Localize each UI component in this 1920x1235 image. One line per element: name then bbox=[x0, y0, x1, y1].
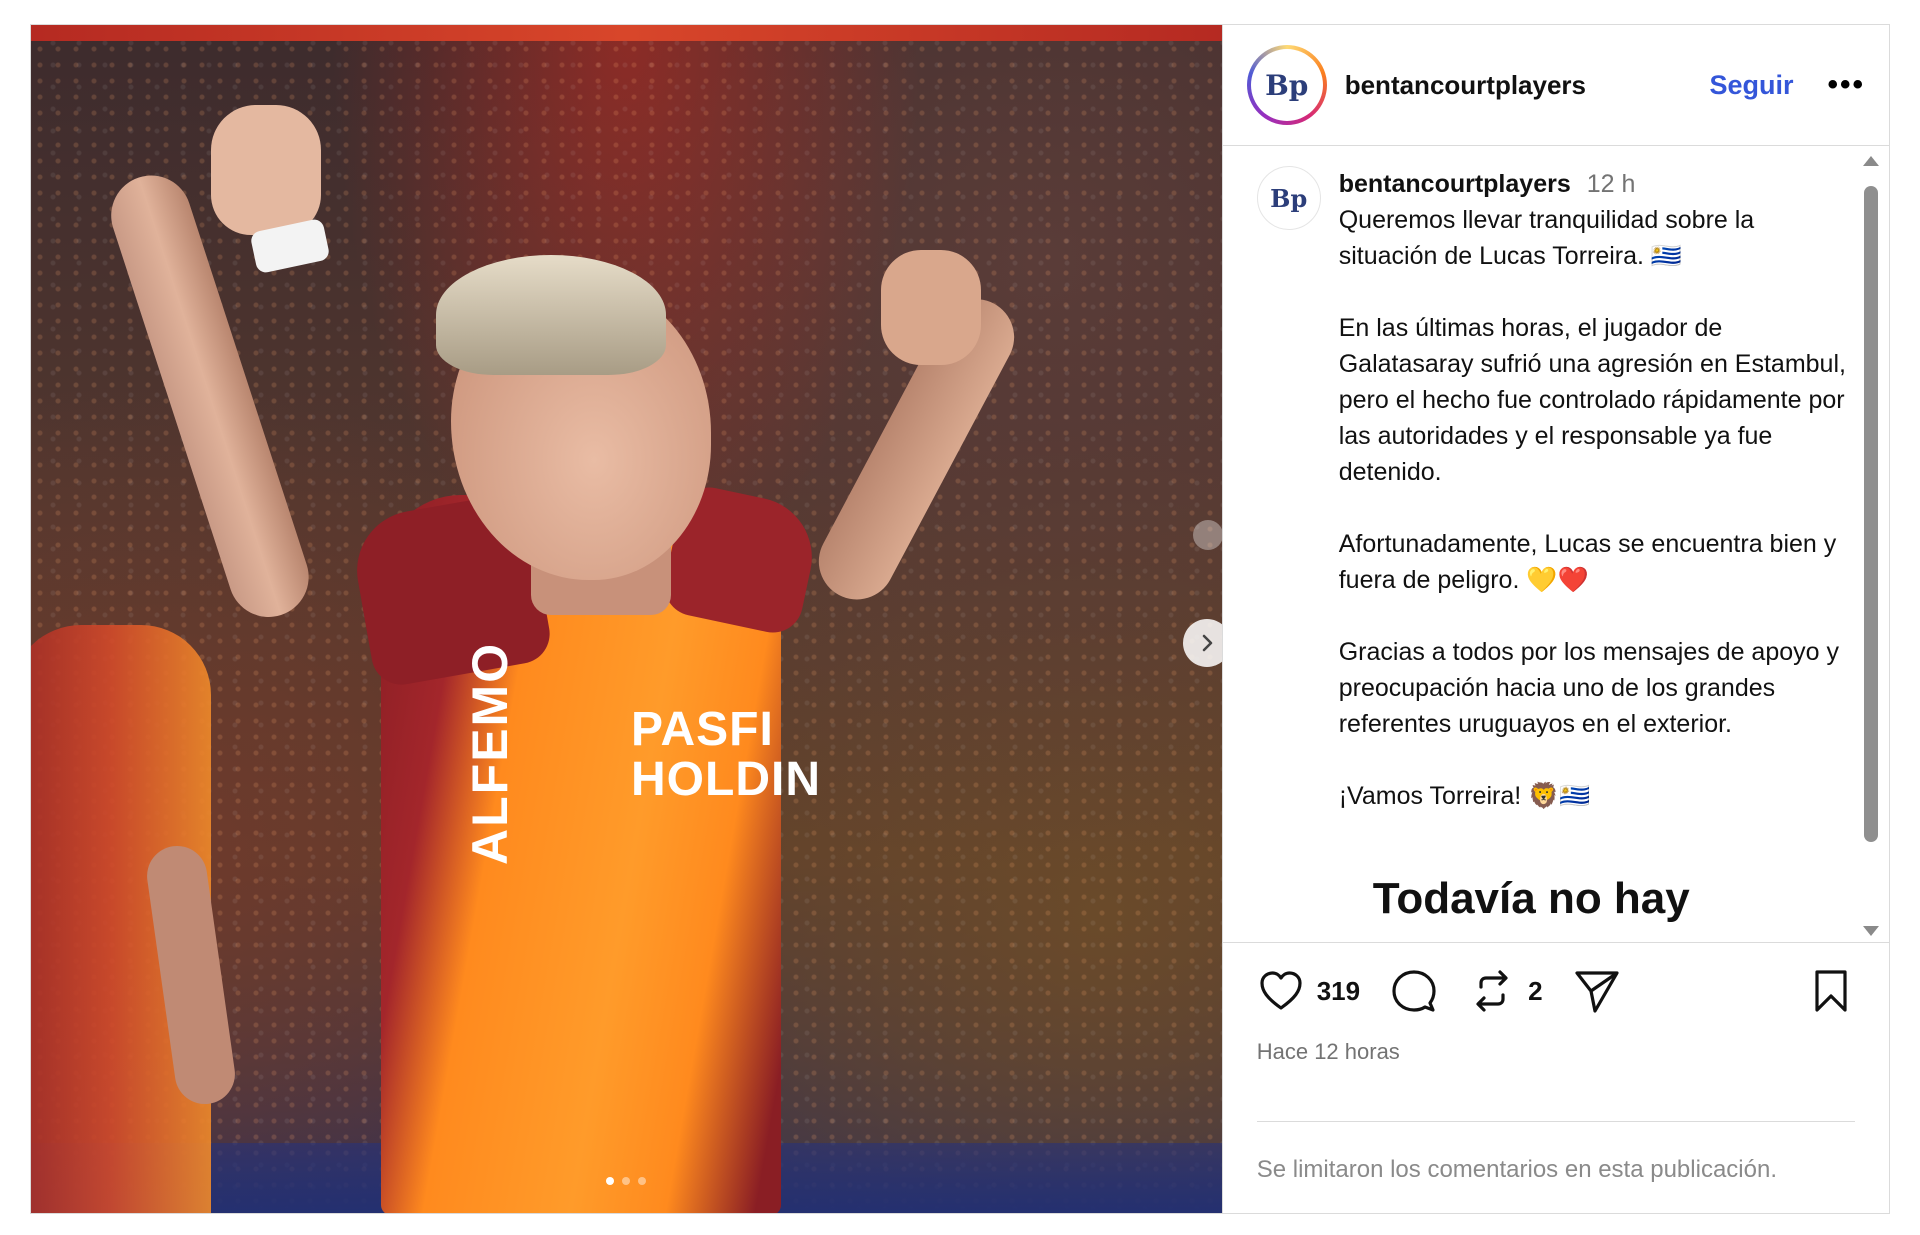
carousel-dot bbox=[606, 1177, 615, 1185]
caption-body: bentancourtplayers 12 h Queremos llevar … bbox=[1339, 166, 1849, 814]
profile-avatar-ring[interactable]: Bp bbox=[1246, 45, 1327, 125]
caption-paragraph: Afortunadamente, Lucas se encuentra bien… bbox=[1338, 530, 1844, 594]
post-header: Bp bentancourtplayers Seguir ••• bbox=[1222, 25, 1889, 146]
player-left-fist bbox=[211, 105, 321, 235]
carousel-dot bbox=[622, 1177, 631, 1185]
repost-button[interactable]: 2 bbox=[1468, 967, 1543, 1015]
post-image[interactable]: PASFI HOLDIN ALFEMO bbox=[31, 25, 1222, 1213]
comments-limited-notice: Se limitaron los comentarios en esta pub… bbox=[1256, 1156, 1777, 1183]
chevron-right-icon bbox=[1202, 634, 1213, 652]
caption-username[interactable]: bentancourtplayers bbox=[1339, 166, 1571, 202]
comment-icon bbox=[1392, 970, 1436, 1012]
player-right-fist bbox=[881, 250, 981, 365]
player-hair bbox=[436, 255, 666, 375]
caption-paragraph: Gracias a todos por los mensajes de apoy… bbox=[1338, 638, 1846, 738]
caption-scrollbar[interactable] bbox=[1861, 156, 1881, 936]
jersey-sponsor-line2: HOLDIN bbox=[631, 753, 821, 806]
more-options-icon[interactable]: ••• bbox=[1827, 70, 1865, 100]
jersey-side-text: ALFEMO bbox=[462, 641, 518, 865]
scrollbar-thumb[interactable] bbox=[1864, 186, 1878, 842]
jersey-sponsor: PASFI HOLDIN bbox=[631, 705, 821, 805]
carousel-dot bbox=[638, 1177, 647, 1185]
caption-avatar-initials: Bp bbox=[1270, 183, 1308, 213]
caption-paragraph: Queremos llevar tranquilidad sobre la si… bbox=[1338, 206, 1762, 270]
profile-avatar[interactable]: Bp bbox=[1250, 49, 1323, 121]
avatar-initials: Bp bbox=[1265, 68, 1309, 102]
share-button[interactable] bbox=[1573, 967, 1621, 1015]
post-sidebar: Bp bentancourtplayers Seguir ••• Bp bent… bbox=[1221, 25, 1889, 1213]
jersey-sponsor-line1: PASFI bbox=[631, 703, 774, 756]
like-count[interactable]: 319 bbox=[1317, 976, 1360, 1007]
instagram-post: PASFI HOLDIN ALFEMO Bp bentancourtplayer… bbox=[30, 24, 1890, 1214]
caption-paragraph: En las últimas horas, el jugador de Gala… bbox=[1338, 314, 1853, 486]
scroll-down-arrow-icon[interactable] bbox=[1863, 926, 1879, 936]
action-bar: 319 2 bbox=[1223, 943, 1889, 1039]
follow-button[interactable]: Seguir bbox=[1709, 70, 1793, 101]
carousel-dots bbox=[31, 1177, 1222, 1185]
no-comments-heading: Todavía no hay comentarios. bbox=[1373, 874, 1889, 928]
repost-count[interactable]: 2 bbox=[1528, 976, 1542, 1007]
player-figure: PASFI HOLDIN ALFEMO bbox=[31, 25, 1222, 1213]
bookmark-icon bbox=[1815, 970, 1847, 1012]
caption-area: Bp bentancourtplayers 12 h Queremos llev… bbox=[1222, 146, 1889, 943]
caption-paragraph: ¡Vamos Torreira! 🦁🇺🇾 bbox=[1338, 782, 1591, 810]
scroll-up-arrow-icon[interactable] bbox=[1863, 156, 1879, 166]
header-username[interactable]: bentancourtplayers bbox=[1345, 70, 1710, 101]
caption-avatar[interactable]: Bp bbox=[1256, 166, 1321, 230]
caption: Bp bentancourtplayers 12 h Queremos llev… bbox=[1256, 166, 1849, 814]
like-button[interactable]: 319 bbox=[1257, 967, 1360, 1015]
repost-icon bbox=[1476, 970, 1508, 1012]
stadium-light bbox=[1193, 520, 1222, 550]
post-time-ago[interactable]: Hace 12 horas bbox=[1223, 1039, 1889, 1079]
save-button[interactable] bbox=[1807, 967, 1855, 1015]
caption-header: bentancourtplayers 12 h bbox=[1339, 166, 1849, 202]
no-comments-text: Todavía no hay comentarios. bbox=[1372, 874, 1690, 928]
caption-timestamp[interactable]: 12 h bbox=[1587, 166, 1636, 202]
comment-button[interactable] bbox=[1390, 967, 1438, 1015]
heart-icon bbox=[1260, 971, 1302, 1010]
share-icon bbox=[1574, 971, 1619, 1013]
